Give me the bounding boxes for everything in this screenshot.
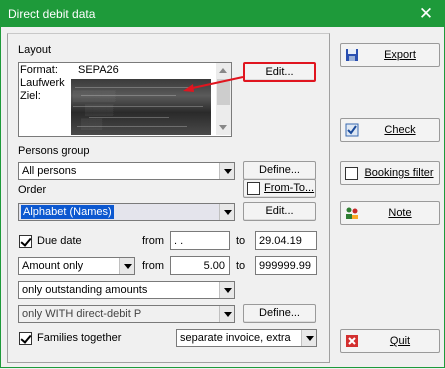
bookings-filter-checkbox[interactable] [345, 167, 358, 180]
order-value: Alphabet (Names) [21, 205, 114, 219]
from-to-label: From-To... [264, 182, 315, 194]
outstanding-value: only outstanding amounts [22, 284, 148, 296]
direct-debit-window: Direct debit data ✕ Layout Format: SEPA2… [0, 0, 445, 368]
from-to-checkbox[interactable] [247, 182, 260, 195]
persons-group-select[interactable]: All persons [18, 162, 235, 180]
check-list-icon [345, 123, 359, 137]
quit-button[interactable]: Quit [340, 329, 440, 353]
from-to-button[interactable]: From-To... [243, 179, 316, 198]
bookings-filter-label: Bookings filter [361, 167, 437, 179]
debit-filter-value: only WITH direct-debit P [22, 308, 142, 320]
order-select[interactable]: Alphabet (Names) [18, 203, 235, 221]
chevron-down-icon[interactable] [219, 306, 234, 322]
save-disk-icon [346, 49, 358, 61]
people-note-icon [346, 207, 358, 219]
debit-filter-select[interactable]: only WITH direct-debit P [18, 305, 235, 323]
due-date-from-label: from [142, 235, 164, 247]
persons-group-label: Persons group [18, 145, 90, 157]
families-checkbox[interactable] [19, 332, 32, 345]
chevron-down-icon[interactable] [219, 204, 234, 220]
export-label: Export [384, 49, 416, 61]
amount-from-value: 5.00 [203, 260, 225, 272]
chevron-down-icon[interactable] [219, 163, 234, 179]
due-date-to-label: to [236, 235, 246, 247]
amount-from-label: from [142, 260, 164, 272]
export-button[interactable]: Export [340, 43, 440, 67]
due-date-checkbox[interactable] [19, 235, 32, 248]
debit-filter-define-button[interactable]: Define... [243, 304, 316, 323]
amount-from-input[interactable]: 5.00 [170, 256, 230, 275]
chevron-down-icon[interactable] [219, 282, 234, 298]
chevron-down-icon[interactable] [301, 330, 316, 346]
check-label: Check [384, 124, 416, 136]
invoice-mode-value: separate invoice, extra [180, 332, 291, 344]
due-date-from-input[interactable]: . . [170, 231, 230, 250]
due-date-label: Due date [37, 235, 82, 247]
due-date-to-value: 29.04.19 [259, 235, 302, 247]
persons-group-define-button[interactable]: Define... [243, 161, 316, 180]
close-x-icon [346, 335, 358, 347]
due-date-from-value: . . [174, 235, 184, 247]
amount-to-label: to [236, 260, 246, 272]
invoice-mode-select[interactable]: separate invoice, extra [176, 329, 317, 347]
due-date-to-input[interactable]: 29.04.19 [255, 231, 317, 250]
quit-label: Quit [389, 335, 411, 347]
order-edit-button[interactable]: Edit... [243, 202, 316, 221]
order-label: Order [18, 184, 47, 196]
note-button[interactable]: Note [340, 201, 440, 225]
amount-to-input[interactable]: 999999.99 [255, 256, 317, 275]
amount-mode-value: Amount only [22, 260, 84, 272]
amount-to-value: 999999.99 [259, 260, 311, 272]
families-label: Families together [37, 332, 122, 344]
note-label: Note [388, 207, 412, 219]
bookings-filter-button[interactable]: Bookings filter [340, 161, 440, 185]
persons-group-value: All persons [22, 165, 77, 177]
outstanding-select[interactable]: only outstanding amounts [18, 281, 235, 299]
amount-mode-select[interactable]: Amount only [18, 257, 135, 275]
check-button[interactable]: Check [340, 118, 440, 142]
bookings-filter-text: Bookings filter [364, 167, 434, 179]
chevron-down-icon[interactable] [119, 258, 134, 274]
